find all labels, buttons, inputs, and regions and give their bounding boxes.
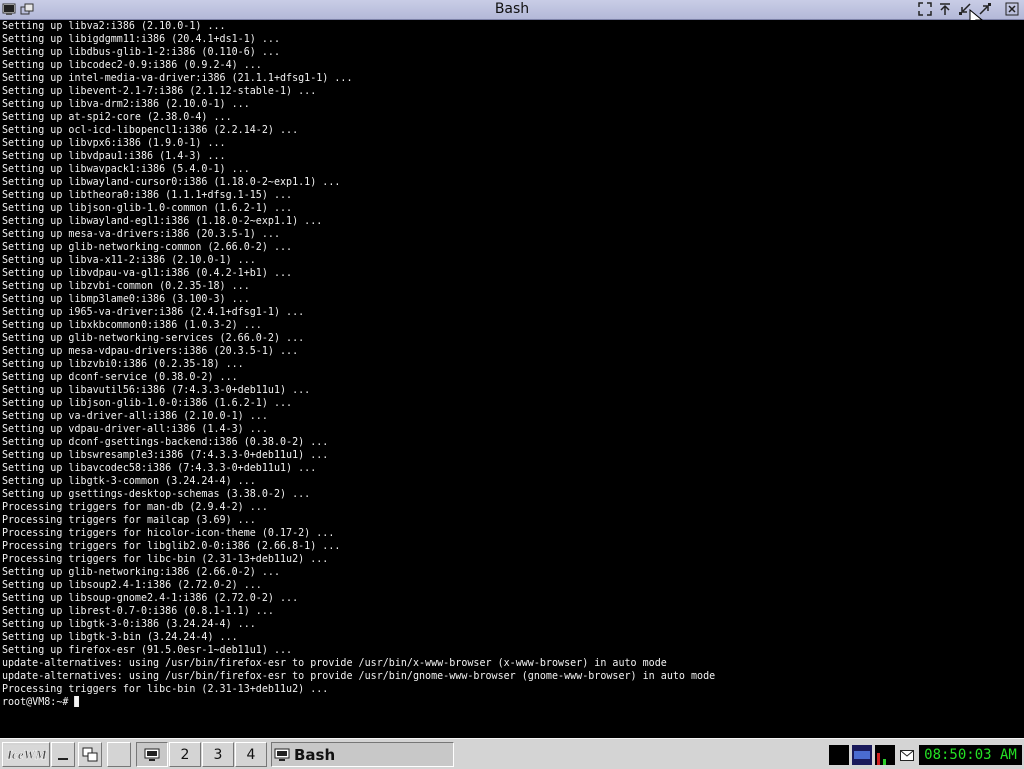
terminal-line: Setting up libwavpack1:i386 (5.4.0-1) ..… xyxy=(1,163,250,175)
terminal-line: Setting up at-spi2-core (2.38.0-4) ... xyxy=(1,111,232,123)
terminal-line: Setting up libjson-glib-1.0-0:i386 (1.6.… xyxy=(1,397,293,409)
terminal-line: Setting up firefox-esr (91.5.0esr-1~deb1… xyxy=(1,644,293,656)
terminal-line: Setting up libsoup2.4-1:i386 (2.72.0-2) … xyxy=(1,579,262,591)
taskbar-clock[interactable]: 08:50:03 AM xyxy=(919,745,1022,765)
terminal-line: Processing triggers for mailcap (3.69) .… xyxy=(1,514,256,526)
window-list-button[interactable] xyxy=(78,742,102,767)
window-title: Bash xyxy=(494,1,530,17)
terminal-line: Setting up libjson-glib-1.0-common (1.6.… xyxy=(1,202,293,214)
terminal-line: Setting up libavcodec58:i386 (7:4.3.3-0+… xyxy=(1,462,317,474)
terminal-line: Setting up libtheora0:i386 (1.1.1+dfsg.1… xyxy=(1,189,293,201)
cpu-monitor-icon[interactable] xyxy=(829,745,849,765)
terminal-text: Setting up libva2:i386 (2.10.0-1) ... Set… xyxy=(0,20,998,709)
windows-icon xyxy=(82,747,98,761)
workspace-1-button[interactable] xyxy=(136,742,168,767)
terminal-line: Setting up vdpau-driver-all:i386 (1.4-3)… xyxy=(1,423,268,435)
terminal-line: Setting up libvdpau1:i386 (1.4-3) ... xyxy=(1,150,226,162)
show-desktop-button[interactable] xyxy=(51,742,75,767)
taskbar-separator xyxy=(107,742,131,767)
terminal-line: Setting up libwayland-egl1:i386 (1.18.0-… xyxy=(1,215,323,227)
terminal-line: Setting up libavutil56:i386 (7:4.3.3-0+d… xyxy=(1,384,311,396)
terminal-line: Setting up glib-networking-services (2.6… xyxy=(1,332,305,344)
terminal-line: Setting up intel-media-va-driver:i386 (2… xyxy=(1,72,353,84)
close-icon[interactable] xyxy=(1004,2,1020,16)
terminal-line: Processing triggers for libglib2.0-0:i38… xyxy=(1,540,341,552)
workspace-4-button[interactable]: 4 xyxy=(235,742,267,767)
network-monitor-icon[interactable] xyxy=(852,745,872,765)
terminal-prompt-line[interactable]: root@VM8:~# xyxy=(2,696,998,709)
terminal-line: Setting up mesa-vdpau-drivers:i386 (20.3… xyxy=(1,345,299,357)
terminal-output[interactable]: Setting up libva2:i386 (2.10.0-1) ... Set… xyxy=(0,20,1024,738)
terminal-line: Setting up libdbus-glib-1-2:i386 (0.110-… xyxy=(1,46,280,58)
terminal-line: Setting up libcodec2-0.9:i386 (0.9.2-4) … xyxy=(1,59,262,71)
terminal-line: Setting up libvdpau-va-gl1:i386 (0.4.2-1… xyxy=(1,267,293,279)
terminal-line: Processing triggers for libc-bin (2.31-1… xyxy=(1,683,329,695)
terminal-line: Setting up libva2:i386 (2.10.0-1) ... xyxy=(1,20,226,32)
terminal-line: Processing triggers for hicolor-icon-the… xyxy=(1,527,335,539)
window-titlebar[interactable]: Bash xyxy=(0,0,1024,20)
terminal-line: Setting up libzvbi-common (0.2.35-18) ..… xyxy=(1,280,250,292)
start-logo-text: IceWM xyxy=(6,747,47,762)
terminal-line: Setting up i965-va-driver:i386 (2.4.1+df… xyxy=(1,306,305,318)
raise-icon[interactable] xyxy=(937,2,953,16)
terminal-line: Setting up librest-0.7-0:i386 (0.8.1-1.1… xyxy=(1,605,274,617)
workspace-2-button[interactable]: 2 xyxy=(169,742,201,767)
terminal-line: Processing triggers for libc-bin (2.31-1… xyxy=(1,553,329,565)
terminal-line: Setting up glib-networking:i386 (2.66.0-… xyxy=(1,566,280,578)
terminal-line: Setting up libzvbi0:i386 (0.2.35-18) ... xyxy=(1,358,244,370)
terminal-line: Setting up gsettings-desktop-schemas (3.… xyxy=(1,488,311,500)
maximize-icon[interactable] xyxy=(917,2,933,16)
memory-monitor-icon[interactable] xyxy=(875,745,895,765)
icewm-logo-icon: IceWM xyxy=(4,744,48,765)
terminal-line: Setting up libgtk-3-0:i386 (3.24.24-4) .… xyxy=(1,618,256,630)
text-cursor xyxy=(74,696,80,707)
terminal-line: Setting up glib-networking-common (2.66.… xyxy=(1,241,293,253)
terminal-line: update-alternatives: using /usr/bin/fire… xyxy=(1,670,716,682)
shell-prompt: root@VM8:~# xyxy=(1,696,75,708)
terminal-line: Setting up va-driver-all:i386 (2.10.0-1)… xyxy=(1,410,268,422)
task-button-bash[interactable]: Bash xyxy=(271,742,454,767)
terminal-line: Setting up dconf-service (0.38.0-2) ... xyxy=(1,371,238,383)
mail-icon[interactable] xyxy=(899,747,915,763)
terminal-line: Setting up libsoup-gnome2.4-1:i386 (2.72… xyxy=(1,592,299,604)
terminal-line: Setting up libvpx6:i386 (1.9.0-1) ... xyxy=(1,137,226,149)
workspace-3-button[interactable]: 3 xyxy=(202,742,234,767)
terminal-line: Setting up libxkbcommon0:i386 (1.0.3-2) … xyxy=(1,319,262,331)
terminal-line: Setting up libmp3lame0:i386 (3.100-3) ..… xyxy=(1,293,250,305)
terminal-line: Setting up libgtk-3-bin (3.24.24-4) ... xyxy=(1,631,238,643)
task-label: Bash xyxy=(294,745,336,764)
terminal-line: Setting up mesa-va-drivers:i386 (20.3.5-… xyxy=(1,228,280,240)
terminal-line: Setting up libevent-2.1-7:i386 (2.1.12-s… xyxy=(1,85,317,97)
monitor-icon xyxy=(144,748,160,761)
terminal-line: update-alternatives: using /usr/bin/fire… xyxy=(1,657,667,669)
start-menu-button[interactable]: IceWM xyxy=(2,742,50,767)
terminal-line: Setting up libva-drm2:i386 (2.10.0-1) ..… xyxy=(1,98,250,110)
terminal-line: Processing triggers for man-db (2.9.4-2)… xyxy=(1,501,268,513)
terminal-icon xyxy=(274,748,290,761)
terminal-line: Setting up libva-x11-2:i386 (2.10.0-1) .… xyxy=(1,254,256,266)
terminal-line: Setting up dconf-gsettings-backend:i386 … xyxy=(1,436,329,448)
terminal-line: Setting up ocl-icd-libopencl1:i386 (2.2.… xyxy=(1,124,299,136)
terminal-line: Setting up libswresample3:i386 (7:4.3.3-… xyxy=(1,449,329,461)
terminal-line: Setting up libigdgmm11:i386 (20.4.1+ds1-… xyxy=(1,33,280,45)
terminal-line: Setting up libwayland-cursor0:i386 (1.18… xyxy=(1,176,341,188)
minimize-all-icon xyxy=(58,757,68,760)
terminal-line: Setting up libgtk-3-common (3.24.24-4) .… xyxy=(1,475,256,487)
